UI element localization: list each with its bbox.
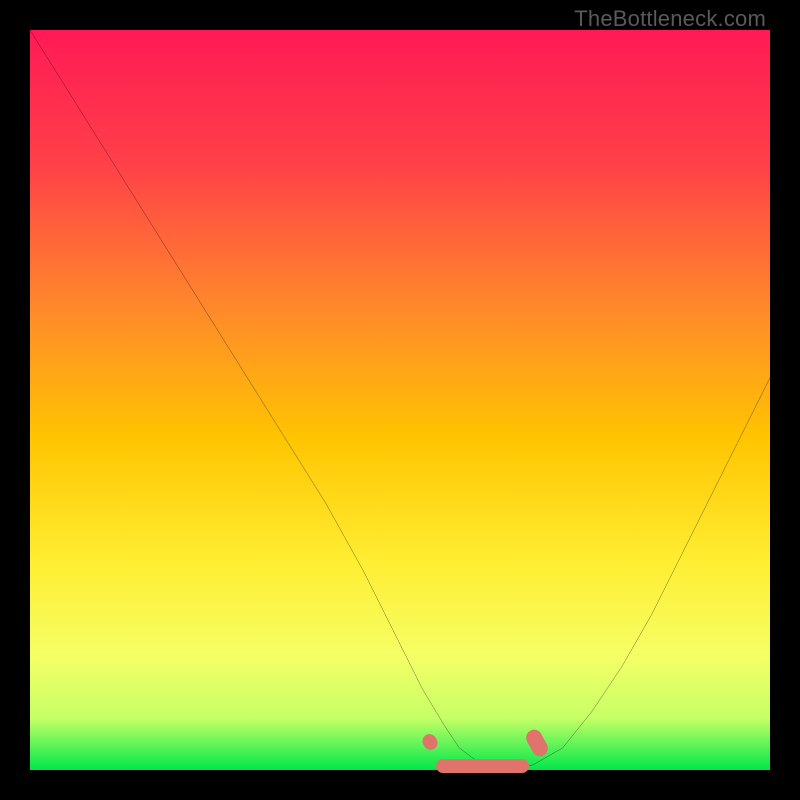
- optimal-marker-flat: [436, 759, 529, 773]
- heat-gradient-background: [30, 30, 770, 770]
- plot-area: [30, 30, 770, 770]
- watermark-text: TheBottleneck.com: [574, 6, 766, 32]
- chart-frame: TheBottleneck.com: [0, 0, 800, 800]
